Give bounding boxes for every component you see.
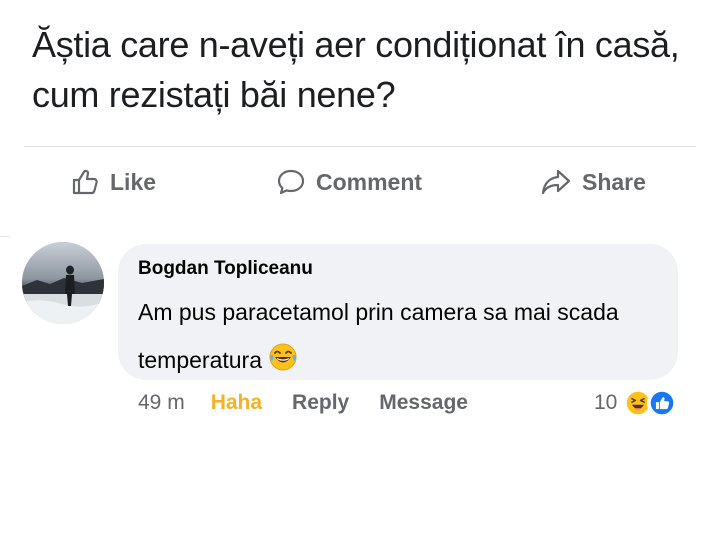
speech-bubble-icon <box>277 169 305 195</box>
message-button[interactable]: Message <box>379 391 468 415</box>
share-label: Share <box>582 168 646 195</box>
comment-bubble: Bogdan Topliceanu Am pus paracetamol pri… <box>118 244 678 380</box>
comment-body: Am pus paracetamol prin camera sa mai sc… <box>138 299 619 373</box>
post-text: Ăștia care n-aveți aer condiționat în ca… <box>32 24 680 115</box>
thumbs-up-icon <box>72 169 98 195</box>
comment-text: Am pus paracetamol prin camera sa mai sc… <box>138 288 658 388</box>
haha-reaction-button[interactable]: Haha <box>211 391 262 415</box>
like-button[interactable]: Like <box>70 160 156 204</box>
divider <box>24 146 696 147</box>
like-label: Like <box>110 168 157 195</box>
reaction-count: 10 <box>594 391 618 414</box>
avatar-photo <box>22 242 104 324</box>
avatar[interactable] <box>22 242 104 324</box>
laughing-tears-emoji-icon <box>268 340 298 388</box>
section-divider <box>0 236 10 237</box>
reply-button[interactable]: Reply <box>292 391 349 415</box>
comment-author[interactable]: Bogdan Topliceanu <box>138 258 313 280</box>
comment-label: Comment <box>316 168 423 195</box>
share-button[interactable]: Share <box>540 160 646 204</box>
comment-time[interactable]: 49 m <box>138 391 185 415</box>
post-actions-bar: Like Comment Share <box>0 160 720 204</box>
reaction-summary[interactable]: 10 <box>594 386 678 420</box>
share-arrow-icon <box>541 169 571 195</box>
comment-meta: 49 m Haha Reply Message <box>138 388 498 418</box>
like-reaction-icon <box>647 388 678 418</box>
comment-button[interactable]: Comment <box>276 160 422 204</box>
